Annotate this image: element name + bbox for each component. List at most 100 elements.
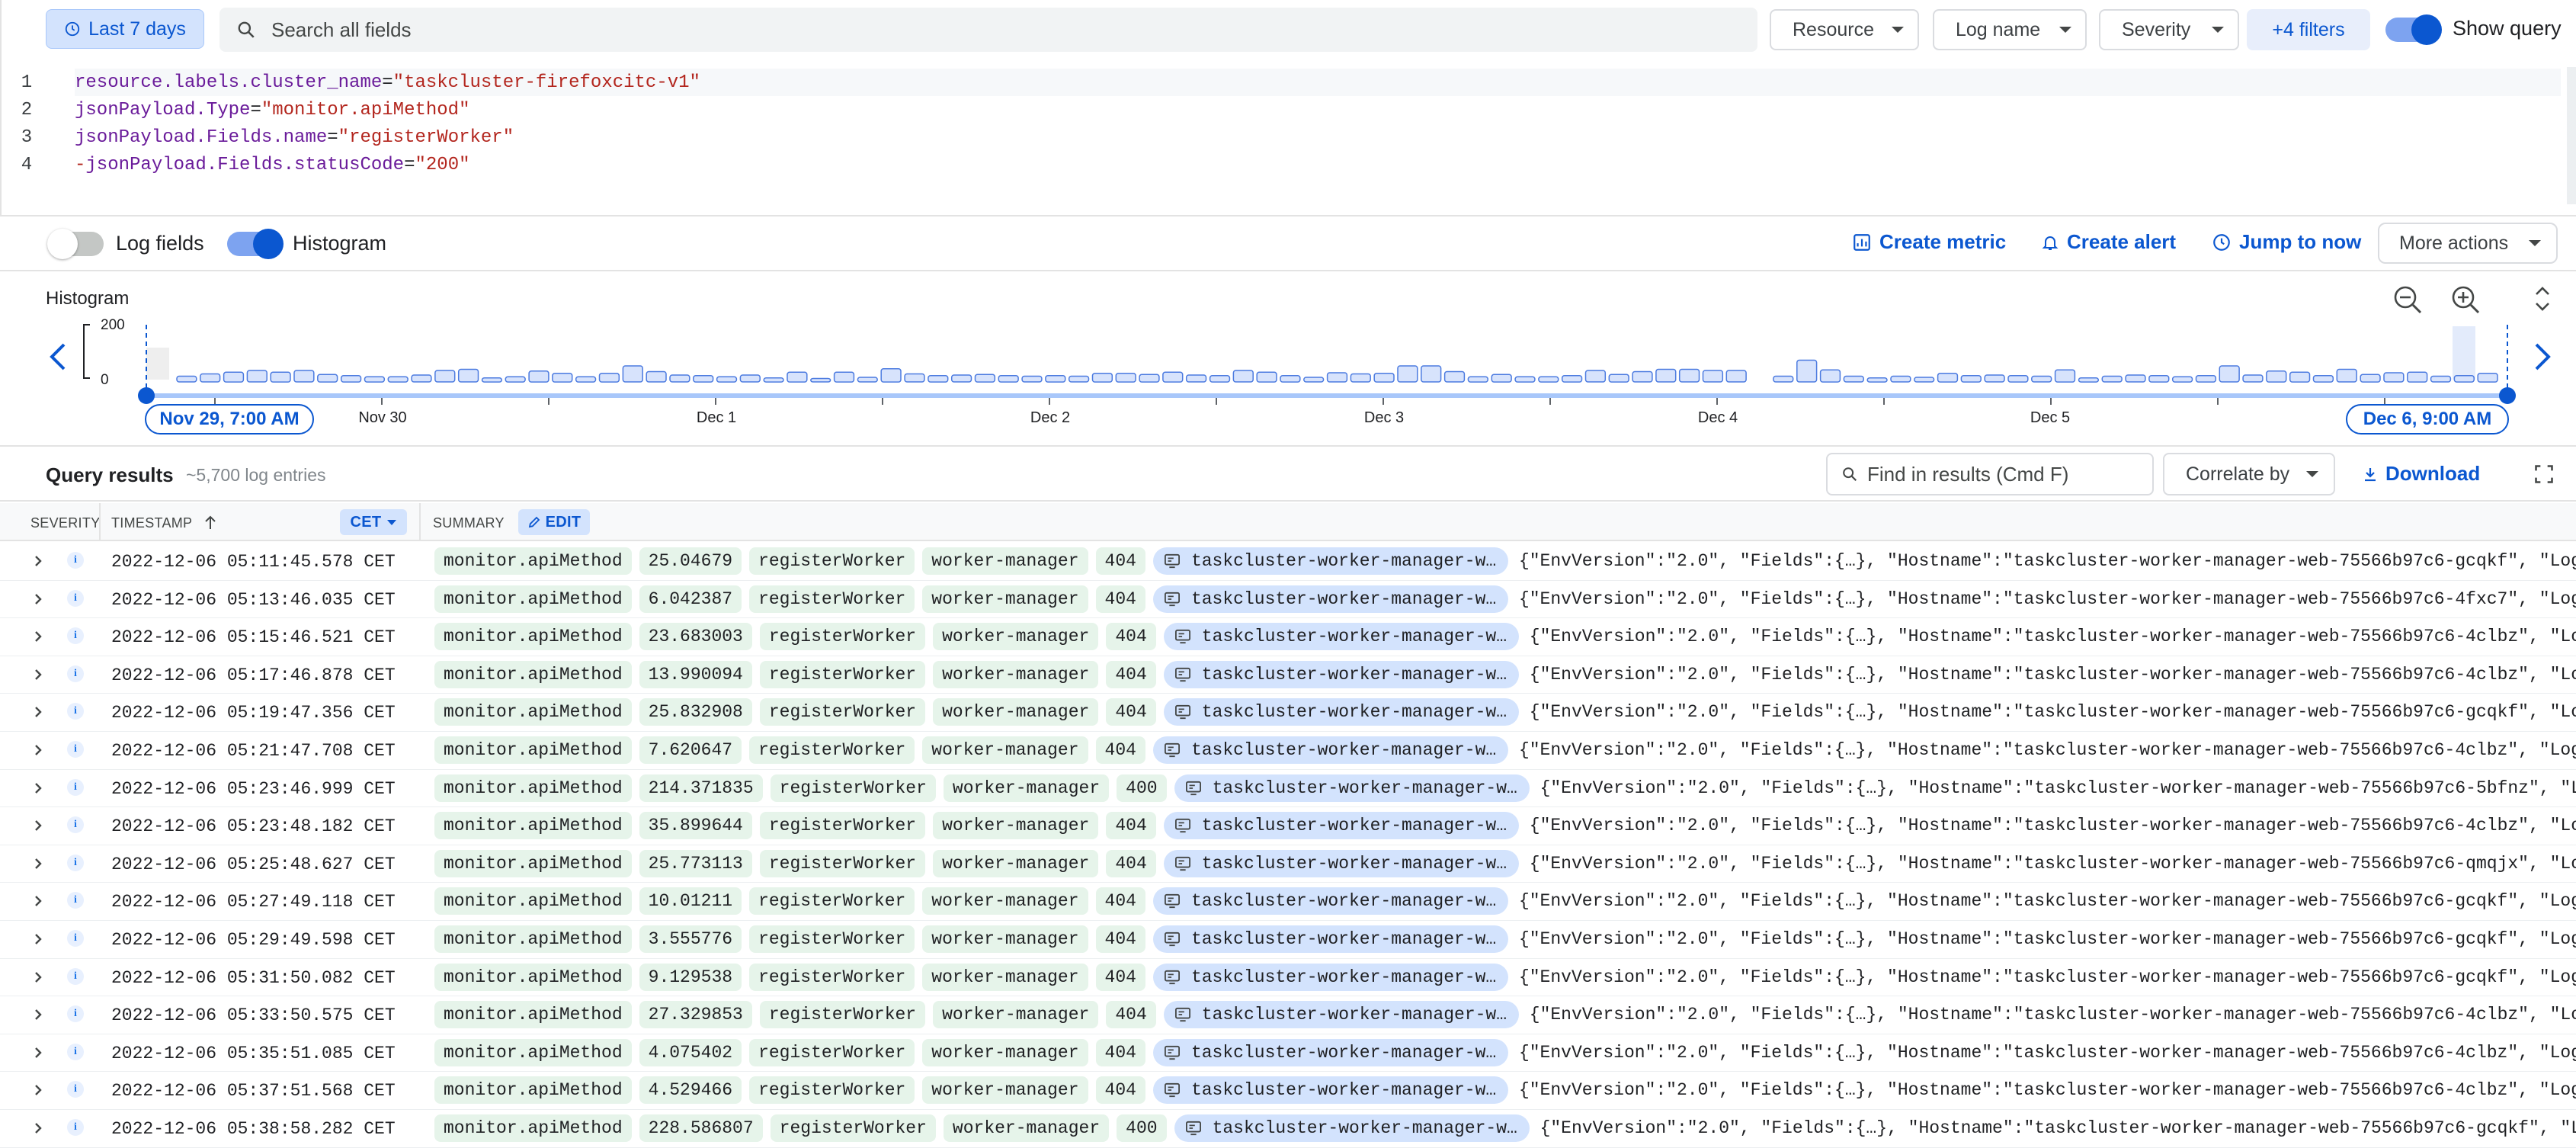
status-code-chip[interactable]: 404 [1095,1038,1145,1066]
more-filters-button[interactable]: +4 filters [2247,9,2370,50]
histogram-bar[interactable] [2360,374,2381,383]
status-code-chip[interactable]: 404 [1106,698,1156,726]
histogram-bar[interactable] [528,370,549,383]
histogram-bar[interactable] [1702,370,1724,383]
histogram-bar[interactable] [2336,368,2357,383]
histogram-bar[interactable] [1608,374,1629,383]
type-chip[interactable]: monitor.apiMethod [434,925,632,953]
histogram-bar[interactable] [1185,374,1207,383]
table-row[interactable]: i 2022-12-06 05:31:50.082 CET monitor.apiM… [0,959,2576,997]
duration-chip[interactable]: 9.129538 [639,963,742,991]
histogram-bar[interactable] [716,376,738,383]
histogram-bar[interactable] [1045,375,1066,383]
table-row[interactable]: i 2022-12-06 05:19:47.356 CET monitor.apiM… [0,694,2576,732]
histogram-bar[interactable] [622,365,643,383]
histogram-bar[interactable] [904,373,925,383]
histogram-bar[interactable] [1655,368,1677,383]
histogram-bar[interactable] [950,374,972,383]
service-chip[interactable]: worker-manager [922,547,1088,575]
histogram-bar[interactable] [1561,375,1583,383]
service-chip[interactable]: worker-manager [922,585,1088,613]
histogram-bar[interactable] [2477,373,2498,383]
histogram-bar[interactable] [974,374,996,383]
histogram-bar[interactable] [176,375,197,383]
status-code-chip[interactable]: 404 [1095,887,1145,916]
histogram-bar[interactable] [1890,375,1911,383]
query-editor[interactable]: 1 resource.labels.cluster_name="taskclus… [0,59,2576,216]
chevron-right-icon[interactable] [30,667,46,682]
table-row[interactable]: i 2022-12-06 05:29:49.598 CET monitor.apiM… [0,921,2576,959]
type-chip[interactable]: monitor.apiMethod [434,1001,632,1029]
chevron-right-icon[interactable] [30,932,46,947]
chevron-right-icon[interactable] [30,553,46,569]
type-chip[interactable]: monitor.apiMethod [434,698,632,726]
service-chip[interactable]: worker-manager [922,925,1088,953]
hostname-chip[interactable]: taskcluster-worker-manager-web… [1174,774,1530,802]
histogram-bar[interactable] [1584,370,1607,383]
histogram-bar[interactable] [2453,375,2475,383]
hostname-chip[interactable]: taskcluster-worker-manager-web… [1152,736,1508,764]
timezone-dropdown[interactable]: CET [340,509,407,535]
histogram-bar[interactable] [364,376,386,383]
hostname-chip[interactable]: taskcluster-worker-manager-web… [1152,963,1508,991]
sort-ascending-icon[interactable] [203,514,218,531]
type-chip[interactable]: monitor.apiMethod [434,1114,632,1142]
histogram-bar[interactable] [1819,369,1841,383]
range-start-handle[interactable] [138,387,155,404]
fullscreen-icon[interactable] [2533,463,2555,485]
method-name-chip[interactable]: registerWorker [759,698,926,726]
hostname-chip[interactable]: taskcluster-worker-manager-web… [1163,698,1519,726]
range-start-chip[interactable]: Nov 29, 7:00 AM [145,404,314,435]
duration-chip[interactable]: 6.042387 [639,585,742,613]
method-name-chip[interactable]: registerWorker [749,547,915,575]
duration-chip[interactable]: 214.371835 [639,774,763,802]
histogram-bar[interactable] [2078,377,2100,383]
histogram-bar[interactable] [270,371,291,383]
hostname-chip[interactable]: taskcluster-worker-manager-web… [1163,849,1519,877]
duration-chip[interactable]: 228.586807 [639,1114,763,1142]
status-code-chip[interactable]: 404 [1106,1001,1156,1029]
histogram-bar[interactable] [1467,376,1488,383]
histogram-bar[interactable] [998,375,1019,383]
histogram-bar[interactable] [1960,375,1982,383]
service-chip[interactable]: worker-manager [933,812,1099,840]
histogram-bar[interactable] [1256,371,1277,383]
log-name-dropdown[interactable]: Log name [1933,9,2087,50]
service-chip[interactable]: worker-manager [922,736,1088,764]
chevron-right-icon[interactable] [30,1121,46,1136]
histogram-toggle[interactable] [227,229,284,259]
histogram-bar[interactable] [2289,371,2311,383]
histogram-bar[interactable] [457,368,479,383]
table-row[interactable]: i 2022-12-06 05:23:46.999 CET monitor.apiM… [0,770,2576,808]
histogram-bar[interactable] [1232,370,1254,383]
method-name-chip[interactable]: registerWorker [759,849,926,877]
chevron-right-icon[interactable] [30,629,46,644]
histogram-bar[interactable] [2219,365,2240,383]
duration-chip[interactable]: 4.075402 [639,1038,742,1066]
chevron-right-icon[interactable] [30,856,46,871]
duration-chip[interactable]: 4.529466 [639,1076,742,1105]
histogram-bar[interactable] [1866,377,1888,383]
method-name-chip[interactable]: registerWorker [759,812,926,840]
method-name-chip[interactable]: registerWorker [759,623,926,651]
create-metric-button[interactable]: Create metric [1852,230,2006,254]
chevron-right-icon[interactable] [30,781,46,796]
type-chip[interactable]: monitor.apiMethod [434,812,632,840]
method-name-chip[interactable]: registerWorker [770,1114,936,1142]
table-row[interactable]: i 2022-12-06 05:35:51.085 CET monitor.apiM… [0,1034,2576,1073]
chevron-right-icon[interactable] [30,1045,46,1060]
table-row[interactable]: i 2022-12-06 05:33:50.575 CET monitor.apiM… [0,996,2576,1034]
service-chip[interactable]: worker-manager [943,1114,1110,1142]
histogram-bar[interactable] [1303,377,1325,383]
histogram-bar[interactable] [833,371,855,383]
histogram-bar[interactable] [2054,369,2076,383]
severity-dropdown[interactable]: Severity [2099,9,2239,50]
histogram-bar[interactable] [481,377,503,383]
service-chip[interactable]: worker-manager [933,1001,1099,1029]
find-in-results-input[interactable] [1866,461,2143,487]
service-chip[interactable]: worker-manager [933,849,1099,877]
duration-chip[interactable]: 25.832908 [639,698,752,726]
type-chip[interactable]: monitor.apiMethod [434,1038,632,1066]
histogram-bar[interactable] [1209,375,1231,383]
column-divider[interactable] [99,503,101,541]
